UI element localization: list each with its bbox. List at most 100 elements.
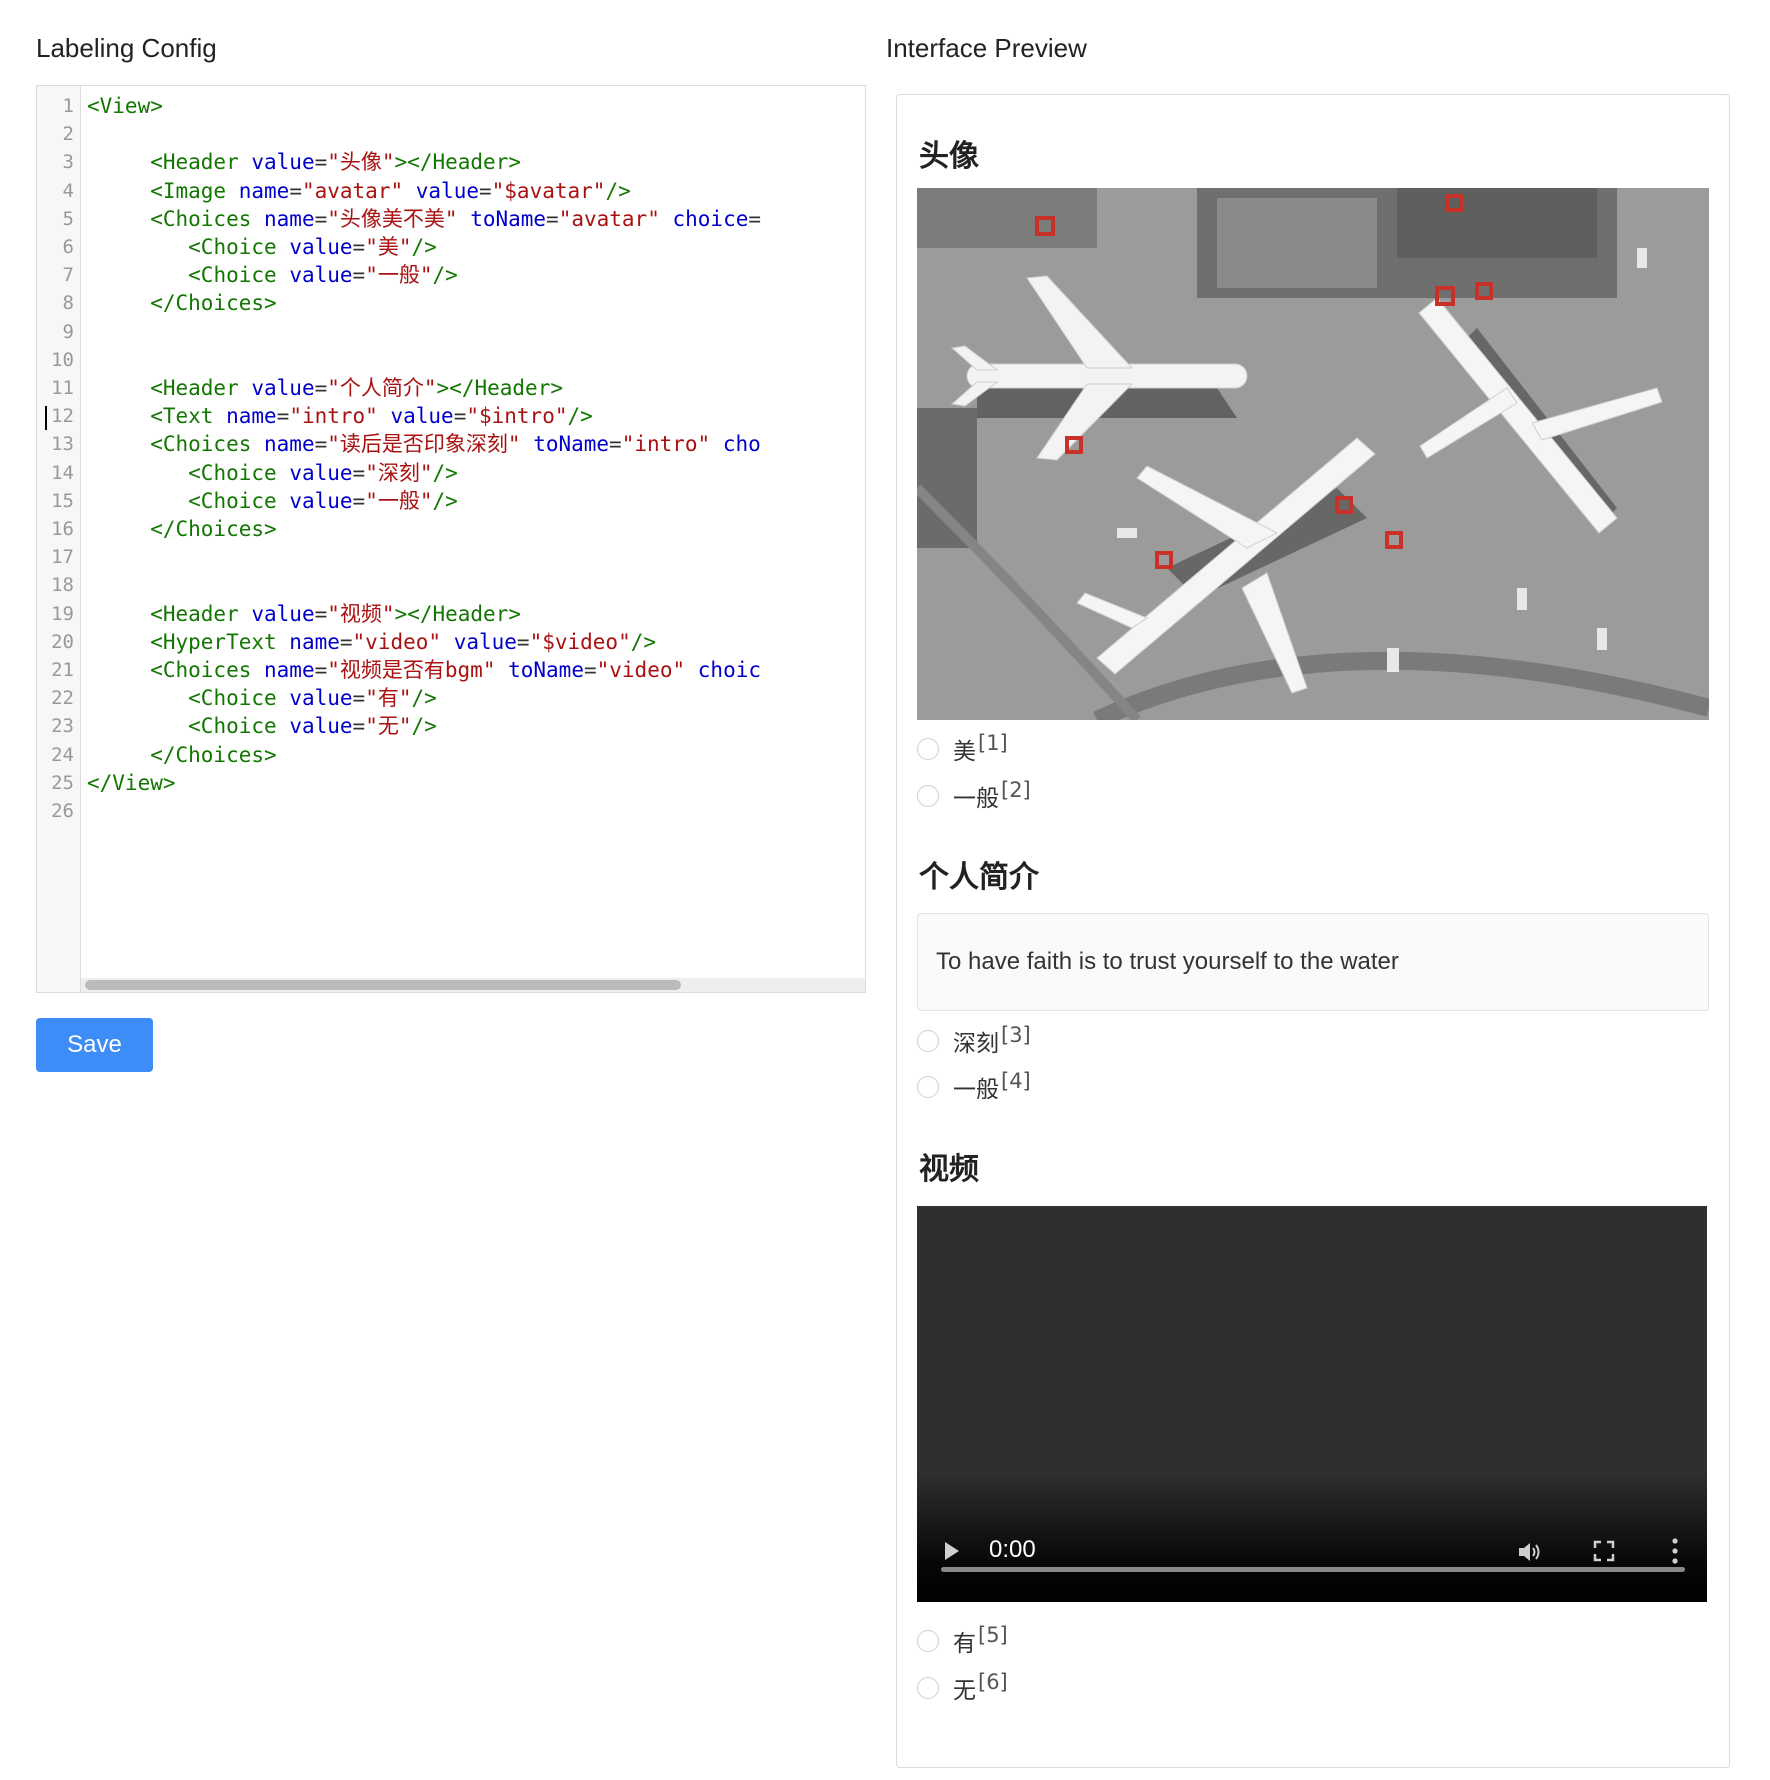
radio-button[interactable] [917, 1076, 939, 1098]
code-token: <HyperText [150, 629, 290, 654]
code-token: "头像美不美" [327, 206, 471, 231]
line-number: 22 [51, 687, 74, 710]
code-token: choice [672, 206, 749, 231]
code-token: toName [470, 206, 547, 231]
code-token: </View> [87, 770, 176, 795]
code-token: value [289, 714, 353, 739]
video-player[interactable]: 0:00 [917, 1206, 1707, 1602]
code-token: <Choices [150, 206, 265, 231]
radio-button[interactable] [917, 1677, 939, 1699]
code-token: "头像" [327, 150, 395, 175]
save-button[interactable]: Save [36, 1018, 153, 1072]
labeling-config-title: Labeling Config [36, 33, 217, 63]
code-line: </Choices> [87, 515, 277, 543]
video-time: 0:00 [989, 1536, 1036, 1563]
line-number: 23 [51, 715, 74, 738]
volume-icon[interactable] [1517, 1540, 1543, 1564]
line-number: 25 [51, 771, 74, 794]
code-line: </Choices> [87, 289, 277, 317]
code-line: <Choices name="读后是否印象深刻" toName="intro" … [87, 430, 761, 458]
line-number: 8 [62, 292, 74, 315]
code-token: = [314, 206, 328, 231]
more-vertical-icon[interactable] [1671, 1538, 1679, 1564]
code-token: value [390, 404, 454, 429]
page: Labeling Config 1 2 3 4 5 6 7 8 9 10 11 12 13 14 15 16 1… [0, 0, 1770, 1780]
choice-option[interactable]: 美 [1] [917, 731, 1008, 767]
code-token: value [289, 460, 353, 485]
code-token: <Choice [188, 714, 290, 739]
line-number: 20 [51, 630, 74, 653]
fullscreen-icon[interactable] [1593, 1540, 1615, 1562]
scrollbar-thumb[interactable] [85, 980, 681, 990]
line-number: 9 [62, 320, 74, 343]
code-token: = [453, 404, 467, 429]
code-token: <Choice [188, 488, 290, 513]
labeling-config-panel: Labeling Config 1 2 3 4 5 6 7 8 9 10 11 12 13 14 15 16 1… [36, 30, 866, 1072]
choice-label: 一般 [953, 1077, 999, 1103]
code-token: = [314, 150, 328, 175]
code-token: value [251, 601, 315, 626]
code-token: cho [722, 432, 761, 457]
code-token: "$avatar" [491, 178, 606, 203]
video-controls: 0:00 [917, 1532, 1707, 1572]
choice-option[interactable]: 一般 [4] [917, 1069, 1031, 1105]
code-token: name [238, 178, 290, 203]
radio-button[interactable] [917, 1630, 939, 1652]
code-token: = [289, 178, 302, 203]
code-token: value [251, 376, 315, 400]
code-token: </Choices> [150, 517, 277, 541]
choice-option[interactable]: 无 [6] [917, 1670, 1008, 1706]
code-area[interactable]: <View> <Header value="头像"></Header> <Ima… [81, 86, 865, 992]
code-token: <Choices [150, 432, 265, 457]
code-token: </Choices> [150, 742, 277, 767]
code-token: </Choices> [150, 291, 277, 316]
code-token: "一般" [365, 263, 433, 288]
code-token: <Choice [188, 686, 290, 711]
code-token: <Choices [150, 658, 265, 682]
code-editor[interactable]: 1 2 3 4 5 6 7 8 9 10 11 12 13 14 15 16 17 18 19 20 21 22 23 24 2… [36, 85, 866, 993]
code-token: name [264, 206, 315, 231]
code-token: name [289, 629, 340, 654]
code-token: "深刻" [365, 460, 433, 485]
code-line: <Choice value="美"/> [87, 233, 437, 261]
code-token: /> [432, 263, 458, 288]
code-token: "美" [365, 235, 412, 259]
code-line: <Choices name="头像美不美" toName="avatar" ch… [87, 205, 761, 233]
code-token: = [314, 658, 328, 682]
line-number: 24 [51, 743, 74, 766]
play-icon[interactable] [945, 1542, 959, 1560]
code-line: <Choice value="有"/> [87, 684, 437, 712]
choice-label: 深刻 [953, 1031, 999, 1057]
code-token: "读后是否印象深刻" [327, 432, 534, 457]
radio-button[interactable] [917, 785, 939, 807]
code-token: "视频是否有bgm" [327, 658, 509, 682]
choice-label: 无 [953, 1678, 976, 1704]
interface-preview-title: Interface Preview [886, 33, 1087, 63]
code-line: <HyperText name="video" value="$video"/> [87, 628, 656, 656]
video-progress-bar[interactable] [941, 1567, 1685, 1572]
radio-button[interactable] [917, 1030, 939, 1052]
choice-hotkey: [4] [1001, 1069, 1031, 1093]
code-line: <Header value="视频"></Header> [87, 600, 521, 628]
horizontal-scrollbar[interactable] [81, 978, 865, 992]
code-token: "video" [596, 658, 698, 682]
code-token: = [748, 206, 762, 231]
code-token: = [352, 460, 366, 485]
code-token: = [352, 263, 366, 288]
code-token: value [415, 178, 479, 203]
choice-option[interactable]: 深刻 [3] [917, 1023, 1031, 1059]
choice-option[interactable]: 有 [5] [917, 1623, 1008, 1659]
choice-hotkey: [5] [978, 1623, 1008, 1647]
radio-button[interactable] [917, 738, 939, 760]
code-line: <Choices name="视频是否有bgm" toName="video" … [87, 656, 761, 684]
code-line: <View> [87, 92, 163, 120]
choice-option[interactable]: 一般 [2] [917, 778, 1031, 814]
